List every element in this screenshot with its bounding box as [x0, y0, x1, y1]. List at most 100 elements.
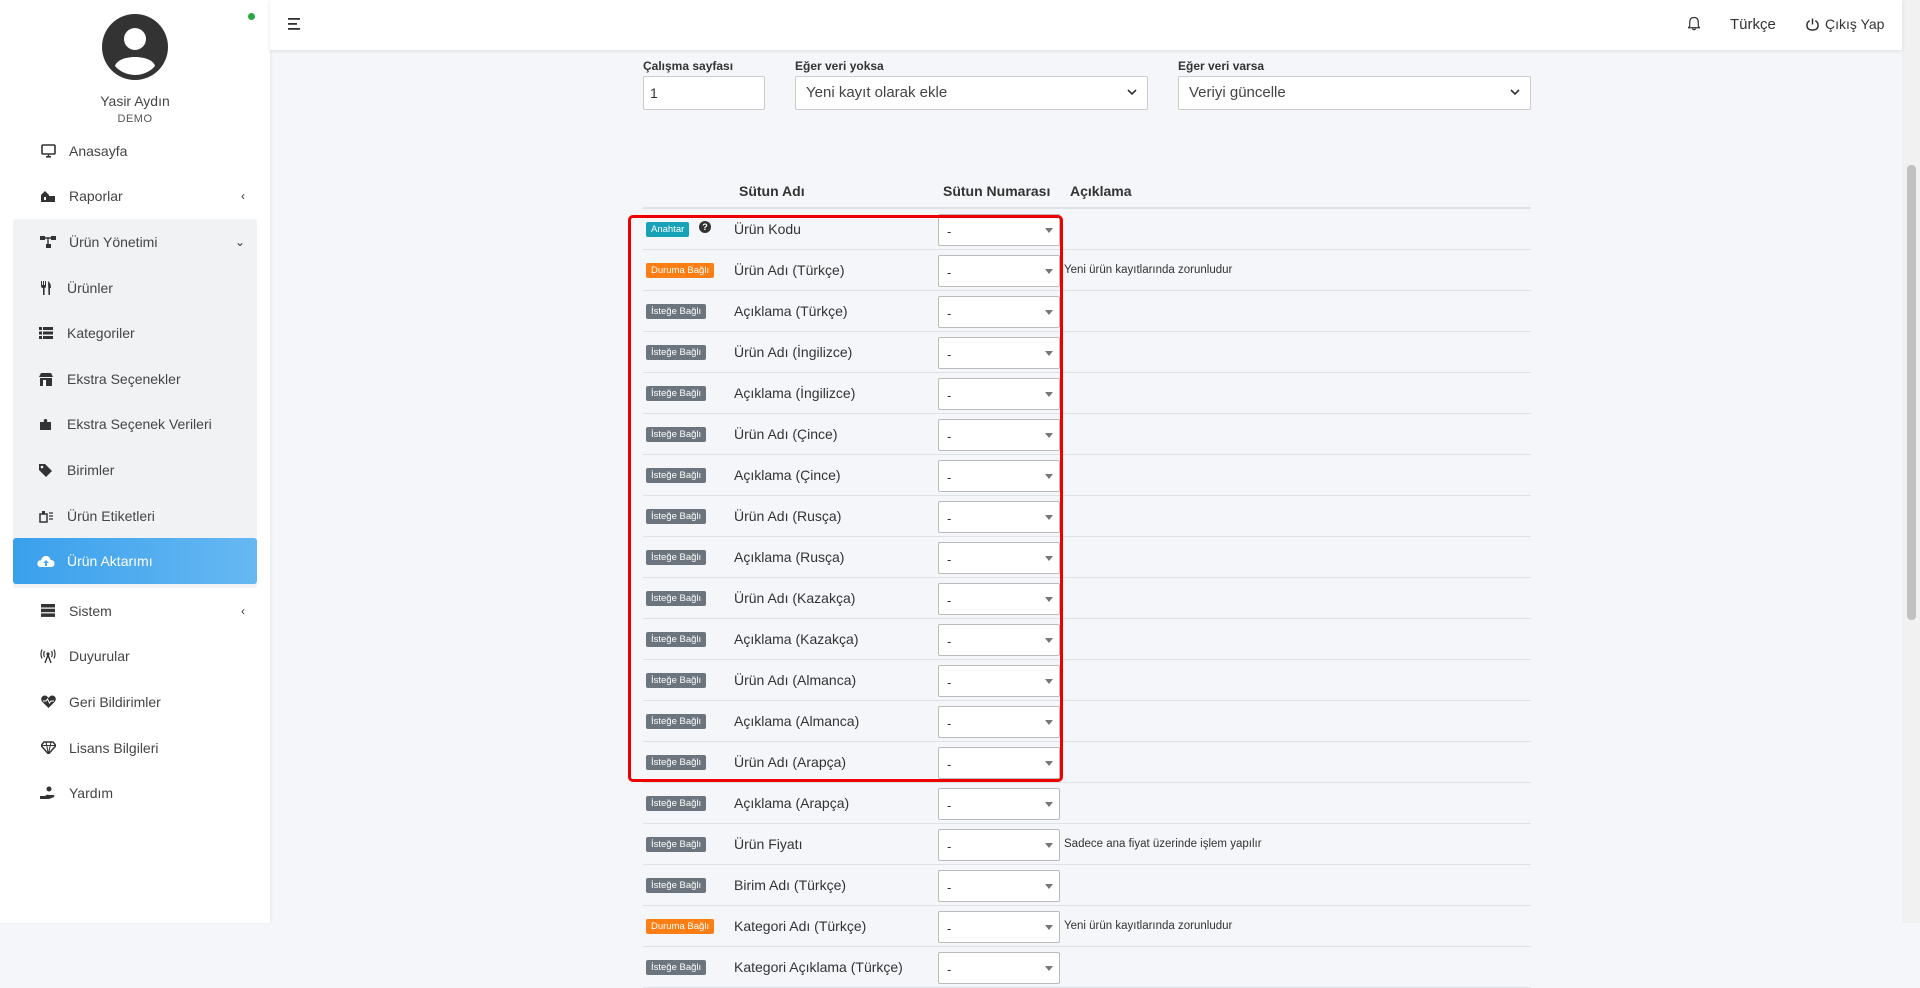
column-number-value: -	[947, 716, 952, 731]
optional-badge: İsteğe Bağlı	[646, 386, 707, 401]
power-icon	[1806, 17, 1819, 31]
worksheet-input[interactable]: 1	[643, 76, 765, 110]
optional-badge: İsteğe Bağlı	[646, 714, 707, 729]
column-number-value: -	[947, 757, 952, 772]
broadcast-icon	[39, 647, 57, 665]
column-number-select[interactable]: -	[938, 624, 1060, 656]
table-row: İsteğe Bağlı Ürün Fiyatı - Sadece ana fiyat…	[643, 824, 1531, 865]
sidebar-item-geri-bildirimler[interactable]: Geri Bildirimler	[13, 679, 257, 725]
question-circle-icon[interactable]: ?	[699, 221, 711, 233]
column-number-select[interactable]: -	[938, 501, 1060, 533]
column-number-select[interactable]: -	[938, 337, 1060, 369]
column-number-value: -	[947, 593, 952, 608]
user-profile: Yasir Aydın DEMO	[0, 0, 270, 128]
column-description: Sadece ana fiyat üzerinde işlem yapılır	[1064, 838, 1262, 850]
table-row: İsteğe Bağlı Ürün Adı (Arapça) -	[643, 742, 1531, 783]
optional-badge: İsteğe Bağlı	[646, 837, 707, 852]
sidebar-nav-bottom: Sistem ‹ Duyurular Geri Bildirimler Lisa…	[0, 588, 270, 816]
column-number-select[interactable]: -	[938, 214, 1060, 246]
column-number-value: -	[947, 388, 952, 403]
optional-badge: İsteğe Bağlı	[646, 509, 707, 524]
sidebar-item-label: Ürünler	[67, 279, 113, 296]
sidebar-item-label: Kategoriler	[67, 325, 135, 342]
column-number-select[interactable]: -	[938, 952, 1060, 984]
column-number-value: -	[947, 511, 952, 526]
sidebar-item-label: Ekstra Seçenek Verileri	[67, 416, 212, 433]
column-number-value: -	[947, 347, 952, 362]
user-role: DEMO	[117, 113, 153, 125]
sidebar-item-sistem[interactable]: Sistem ‹	[13, 588, 257, 634]
sidebar-item-yardim[interactable]: Yardım	[13, 770, 257, 816]
sidebar-item-urun-yonetimi[interactable]: Ürün Yönetimi ⌄	[13, 219, 257, 265]
dropdown-arrow-icon	[1045, 638, 1053, 643]
column-name: Ürün Adı (Almanca)	[734, 672, 857, 688]
column-number-select[interactable]: -	[938, 706, 1060, 738]
sidebar-item-label: Duyurular	[69, 648, 130, 665]
dropdown-arrow-icon	[1045, 556, 1053, 561]
optional-badge: İsteğe Bağlı	[646, 591, 707, 606]
column-number-select[interactable]: -	[938, 911, 1060, 943]
table-row: Duruma Bağlı Kategori Adı (Türkçe) - Yeni ü…	[643, 906, 1531, 947]
bell-icon[interactable]	[1688, 16, 1700, 31]
dropdown-arrow-icon	[1045, 761, 1053, 766]
column-name: Açıklama (Rusça)	[734, 549, 845, 565]
column-name: Ürün Adı (Kazakça)	[734, 590, 856, 606]
table-row: Duruma Bağlı Ürün Adı (Türkçe) - Yeni ürün …	[643, 250, 1531, 291]
column-number-select[interactable]: -	[938, 296, 1060, 328]
sidebar-item-ekstra-secenekler[interactable]: Ekstra Seçenekler	[13, 356, 257, 402]
puzzle-icon	[37, 415, 55, 433]
column-number-select[interactable]: -	[938, 583, 1060, 615]
column-number-select[interactable]: -	[938, 378, 1060, 410]
if-missing-value: Yeni kayıt olarak ekle	[806, 84, 948, 101]
sidebar-item-urunler[interactable]: Ürünler	[13, 265, 257, 311]
column-name: Ürün Adı (Rusça)	[734, 508, 842, 524]
table-row: İsteğe Bağlı Açıklama (Çince) -	[643, 455, 1531, 496]
sidebar-item-birimler[interactable]: Birimler	[13, 447, 257, 493]
sidebar-item-urun-etiketleri[interactable]: Ürün Etiketleri	[13, 493, 257, 539]
list-icon	[37, 324, 55, 342]
sidebar-item-lisans-bilgileri[interactable]: Lisans Bilgileri	[13, 725, 257, 771]
gem-icon	[39, 739, 57, 757]
dropdown-arrow-icon	[1045, 392, 1053, 397]
sidebar-item-duyurular[interactable]: Duyurular	[13, 634, 257, 680]
column-number-select[interactable]: -	[938, 665, 1060, 697]
sidebar-item-label: Raporlar	[69, 188, 123, 205]
sidebar-item-raporlar[interactable]: Raporlar ‹	[13, 174, 257, 220]
column-name: Açıklama (İngilizce)	[734, 385, 856, 401]
logout-button[interactable]: Çıkış Yap	[1806, 16, 1884, 32]
if-exists-select[interactable]: Veriyi güncelle	[1178, 76, 1531, 110]
language-selector[interactable]: Türkçe	[1730, 16, 1776, 33]
if-missing-select[interactable]: Yeni kayıt olarak ekle	[795, 76, 1148, 110]
column-name-header: Sütun Adı	[739, 183, 805, 199]
hamburger-menu-icon[interactable]	[288, 17, 302, 31]
table-row: Anahtar? Ürün Kodu -	[643, 209, 1531, 250]
column-number-select[interactable]: -	[938, 255, 1060, 287]
table-row: İsteğe Bağlı Açıklama (Rusça) -	[643, 537, 1531, 578]
column-name: Ürün Adı (Türkçe)	[734, 262, 845, 278]
column-number-select[interactable]: -	[938, 747, 1060, 779]
sidebar-item-anasayfa[interactable]: Anasayfa	[13, 128, 257, 174]
reports-icon	[39, 187, 57, 205]
description-header: Açıklama	[1070, 183, 1132, 199]
sidebar-item-kategoriler[interactable]: Kategoriler	[13, 310, 257, 356]
column-number-select[interactable]: -	[938, 788, 1060, 820]
heart-pulse-icon	[39, 693, 57, 711]
column-number-select[interactable]: -	[938, 460, 1060, 492]
sidebar-item-ekstra-secenek-verileri[interactable]: Ekstra Seçenek Verileri	[13, 402, 257, 448]
column-name: Ürün Adı (İngilizce)	[734, 344, 853, 360]
sidebar: Yasir Aydın DEMO Anasayfa Raporlar ‹ Ürü…	[0, 0, 270, 923]
page-scrollbar[interactable]	[1902, 0, 1920, 923]
table-row: İsteğe Bağlı Açıklama (Arapça) -	[643, 783, 1531, 824]
scrollbar-thumb[interactable]	[1907, 165, 1916, 620]
column-number-select[interactable]: -	[938, 829, 1060, 861]
sidebar-item-urun-aktarimi[interactable]: Ürün Aktarımı	[13, 538, 257, 584]
user-avatar-icon[interactable]	[102, 14, 168, 80]
chevron-down-icon	[1510, 89, 1520, 96]
optional-badge: İsteğe Bağlı	[646, 427, 707, 442]
column-number-select[interactable]: -	[938, 870, 1060, 902]
column-number-select[interactable]: -	[938, 542, 1060, 574]
table-row: İsteğe Bağlı Ürün Adı (İngilizce) -	[643, 332, 1531, 373]
column-name: Açıklama (Kazakça)	[734, 631, 859, 647]
column-number-select[interactable]: -	[938, 419, 1060, 451]
column-name: Kategori Açıklama (Türkçe)	[734, 959, 903, 975]
